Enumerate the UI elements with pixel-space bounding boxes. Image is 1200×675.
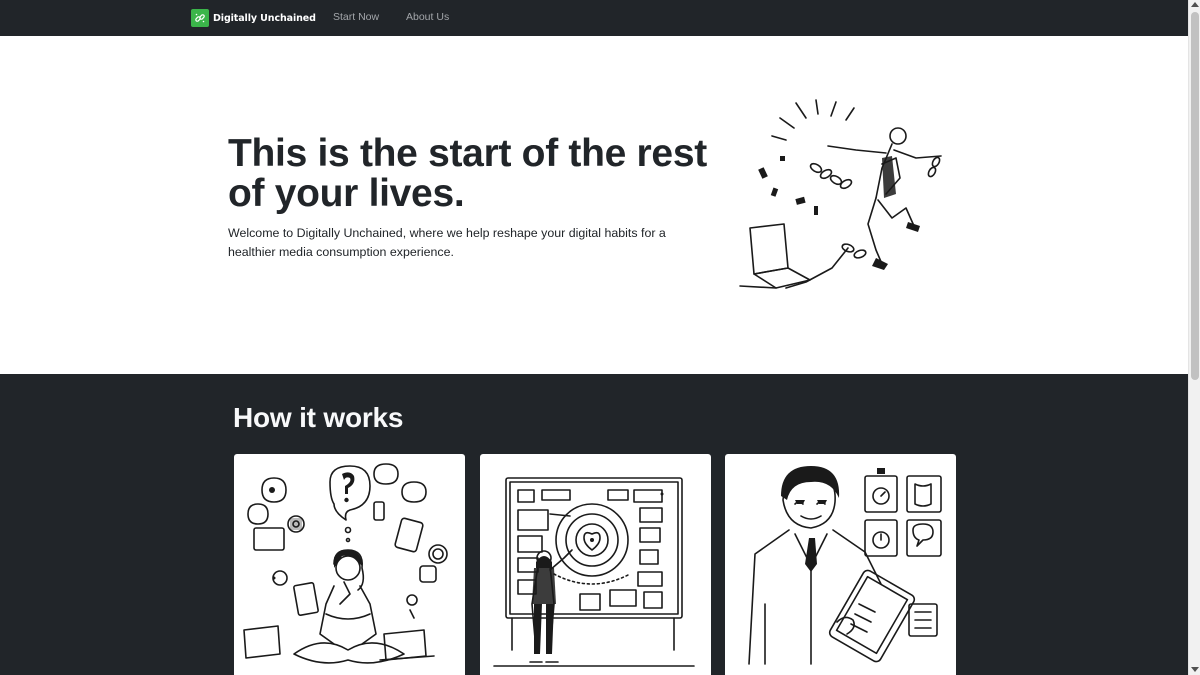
scrollbar-thumb[interactable] — [1191, 12, 1199, 380]
brand-name: Digitally Unchained — [213, 12, 316, 24]
nav-link-start-now[interactable]: Start Now — [333, 11, 379, 23]
chain-link-icon — [191, 9, 209, 27]
how-it-works-section: How it works — [0, 374, 1188, 675]
thinking-woman-surrounded-by-devices-illustration — [243, 463, 448, 664]
how-card-1 — [234, 454, 465, 675]
scroll-down-arrow-icon[interactable] — [1191, 667, 1199, 672]
man-planning-at-board-illustration — [493, 477, 695, 667]
man-with-tablet-and-goals-illustration — [748, 466, 942, 665]
hero-title: This is the start of the rest of your li… — [228, 132, 707, 215]
page: Digitally Unchained Start Now About Us T… — [0, 0, 1188, 675]
how-card-2 — [480, 454, 711, 675]
brand-link[interactable]: Digitally Unchained — [191, 9, 316, 27]
man-breaking-chains-illustration — [739, 99, 942, 289]
how-card-3 — [725, 454, 956, 675]
nav-link-about-us[interactable]: About Us — [406, 11, 449, 23]
hero-section: This is the start of the rest of your li… — [0, 36, 1188, 374]
scroll-up-arrow-icon[interactable] — [1191, 2, 1199, 7]
hero-description: Welcome to Digitally Unchained, where we… — [228, 226, 666, 259]
top-navbar: Digitally Unchained Start Now About Us — [0, 0, 1188, 36]
vertical-scrollbar[interactable] — [1188, 0, 1200, 675]
section-title: How it works — [233, 402, 404, 433]
